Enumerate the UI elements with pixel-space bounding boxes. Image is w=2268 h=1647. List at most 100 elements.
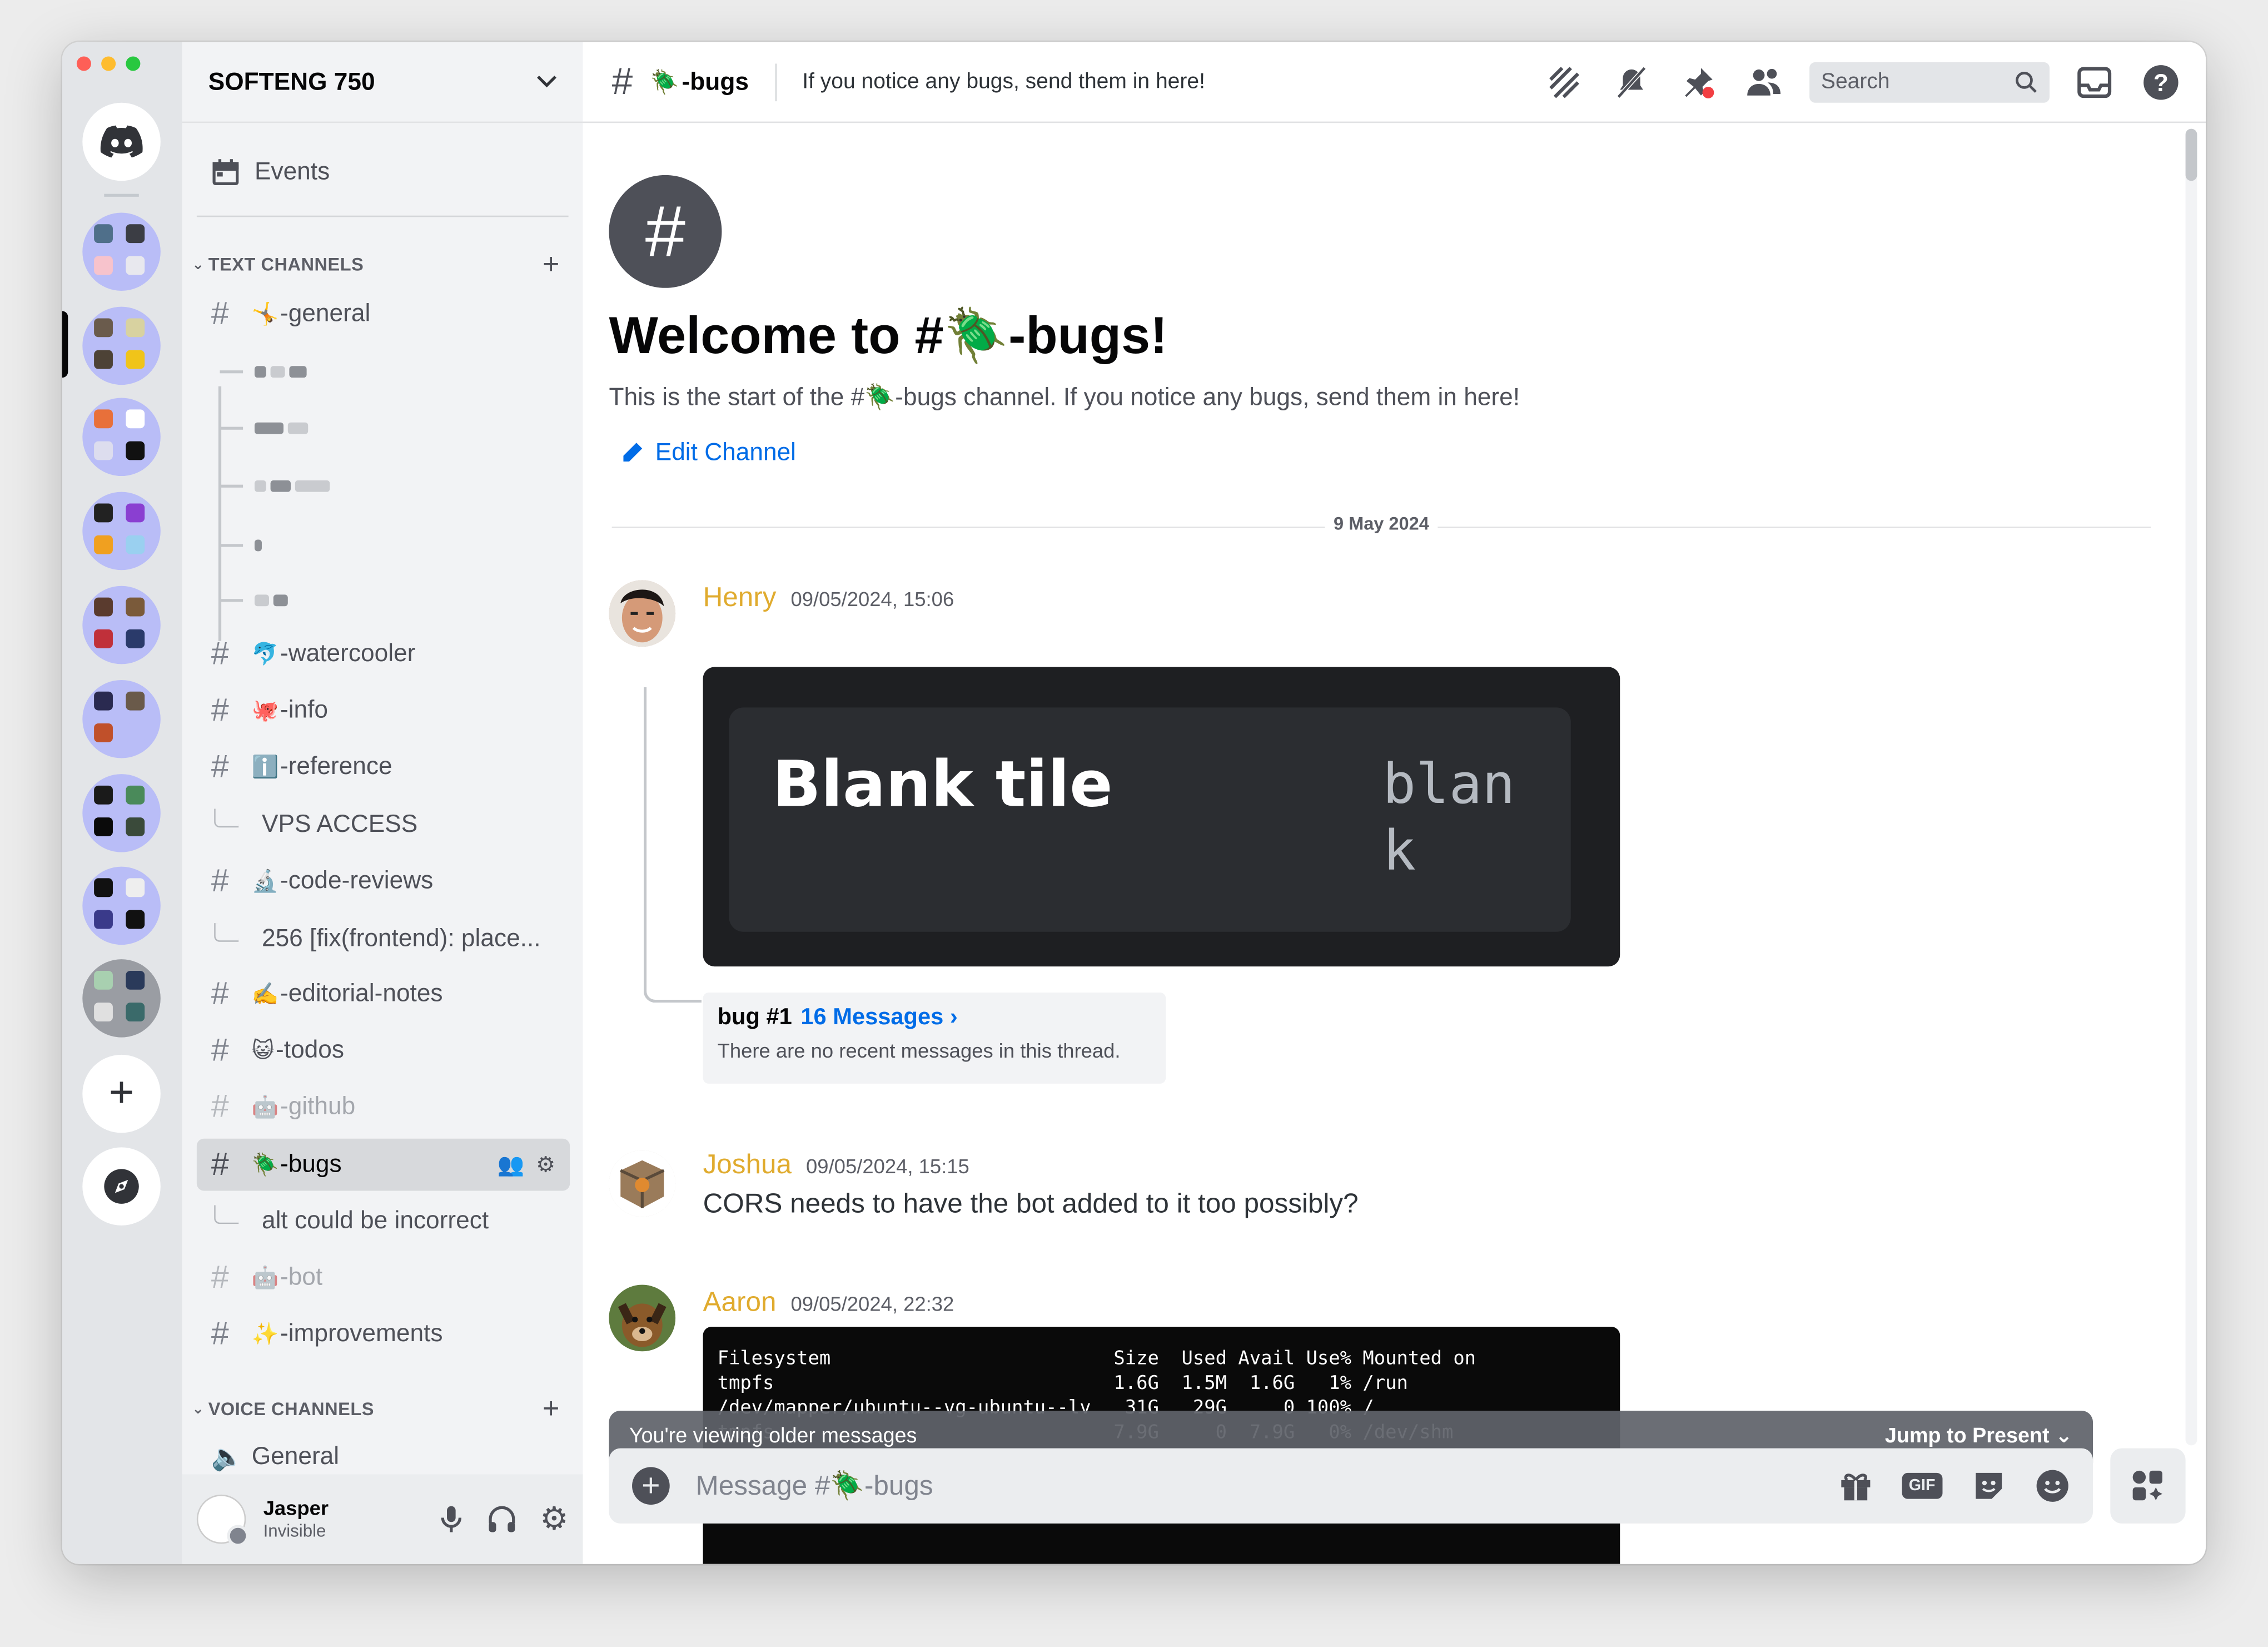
channel-code-reviews[interactable]: # 🔬 -code-reviews	[197, 855, 570, 907]
events-item[interactable]: Events	[182, 146, 330, 199]
avatar[interactable]	[609, 580, 676, 647]
inbox-button[interactable]	[2073, 60, 2116, 103]
channel-github[interactable]: # 🤖 -github	[197, 1081, 570, 1133]
search-icon	[2016, 71, 2037, 92]
emoji-icon[interactable]	[2035, 1469, 2070, 1503]
thread-message-count[interactable]: 16 Messages ›	[800, 1005, 957, 1030]
server-icon[interactable]	[82, 212, 161, 291]
hash-icon: #	[211, 1031, 229, 1068]
search-input[interactable]: Search	[1809, 61, 2050, 102]
timestamp[interactable]: 09/05/2024, 15:15	[806, 1154, 969, 1178]
close-window-button[interactable]	[76, 56, 91, 71]
channel-reference[interactable]: # ℹ️ -reference	[197, 741, 570, 793]
server-icon[interactable]	[82, 398, 161, 477]
channel-name: -reference	[280, 752, 392, 780]
thread-redacted[interactable]	[220, 576, 292, 625]
thread-connector	[643, 687, 702, 1003]
zoom-window-button[interactable]	[126, 56, 141, 71]
scrollbar-track[interactable]	[2185, 128, 2197, 1446]
server-icon[interactable]	[82, 586, 161, 664]
author-name[interactable]: Joshua	[703, 1150, 792, 1182]
jump-to-present-button[interactable]: Jump to Present ⌄	[1885, 1425, 2073, 1448]
add-server-button[interactable]: +	[82, 1054, 161, 1133]
server-icon[interactable]	[82, 959, 161, 1038]
direct-messages-button[interactable]	[82, 102, 161, 181]
author-name[interactable]: Henry	[703, 583, 777, 615]
channel-emoji: 🐙	[251, 698, 279, 723]
category-voice-channels[interactable]: ⌄ VOICE CHANNELS +	[188, 1392, 560, 1426]
message-composer[interactable]: + Message #🪲-bugs GIF	[609, 1448, 2093, 1524]
hash-icon: #	[211, 1315, 229, 1352]
server-icon[interactable]	[82, 679, 161, 758]
member-list-button[interactable]	[1743, 60, 1786, 103]
server-rail: +	[62, 42, 182, 1564]
help-button[interactable]: ?	[2139, 60, 2182, 103]
redacted-text	[287, 422, 309, 434]
gift-icon[interactable]	[1838, 1470, 1872, 1502]
timestamp[interactable]: 09/05/2024, 22:32	[791, 1292, 954, 1316]
server-icon[interactable]	[82, 774, 161, 852]
server-icon[interactable]	[82, 492, 161, 571]
channel-improvements[interactable]: # ✨ -improvements	[197, 1308, 570, 1360]
channel-emoji: 🪲	[251, 1153, 279, 1178]
thread-redacted[interactable]	[220, 347, 311, 396]
avatar[interactable]	[196, 1494, 249, 1547]
message-list[interactable]: # Welcome to #🪲-bugs! This is the start …	[583, 123, 2206, 1564]
image-attachment[interactable]: Blank tile blank	[703, 667, 1620, 967]
divider	[196, 215, 569, 217]
edit-channel-link[interactable]: Edit Channel	[620, 438, 796, 467]
tile-code: blank	[1382, 752, 1515, 883]
invite-icon[interactable]: 👥	[498, 1152, 525, 1178]
category-text-channels[interactable]: ⌄ TEXT CHANNELS +	[188, 248, 560, 281]
thread-name: VPS ACCESS	[261, 810, 418, 838]
channel-info[interactable]: # 🐙 -info	[197, 684, 570, 737]
gif-button[interactable]: GIF	[1901, 1472, 1943, 1499]
attach-button[interactable]: +	[632, 1467, 670, 1505]
redacted-text	[270, 480, 291, 492]
thread-redacted[interactable]	[220, 521, 266, 570]
explore-servers-button[interactable]	[82, 1147, 161, 1226]
user-status: Invisible	[263, 1520, 326, 1541]
channel-watercooler[interactable]: # 🐬 -watercooler	[197, 628, 570, 680]
scrollbar-thumb[interactable]	[2185, 128, 2197, 181]
gear-icon[interactable]: ⚙	[536, 1152, 555, 1178]
apps-button[interactable]	[2110, 1448, 2186, 1524]
hash-icon: #	[211, 691, 229, 728]
channel-editorial-notes[interactable]: # ✍️ -editorial-notes	[197, 968, 570, 1020]
pinned-messages-button[interactable]	[1677, 60, 1720, 103]
create-channel-button[interactable]: +	[543, 1392, 560, 1426]
create-channel-button[interactable]: +	[543, 248, 560, 281]
server-icon[interactable]	[82, 866, 161, 945]
channel-general[interactable]: # 🤸 -general	[197, 288, 570, 340]
microphone-icon[interactable]	[439, 1505, 465, 1534]
tile-title: Blank tile	[772, 748, 1113, 822]
sticker-icon[interactable]	[1972, 1469, 2006, 1503]
thread-redacted[interactable]	[220, 462, 335, 510]
minimize-window-button[interactable]	[101, 56, 116, 71]
channel-todos[interactable]: # 😺 -todos	[197, 1024, 570, 1076]
avatar[interactable]	[609, 1284, 676, 1352]
gear-icon[interactable]: ⚙	[540, 1502, 568, 1534]
message-header: Joshua 09/05/2024, 15:15	[703, 1150, 969, 1182]
headphones-icon[interactable]	[488, 1505, 517, 1534]
thread-code-review-256[interactable]: 256 [fix(frontend): place...	[214, 914, 568, 963]
channel-topic[interactable]: If you notice any bugs, send them in her…	[802, 70, 1205, 94]
channel-bugs[interactable]: # 🪲 -bugs 👥 ⚙	[196, 1138, 570, 1191]
app-window: + SOFTENG 750 Events ⌄ TEXT CHANNELS + #	[62, 42, 2206, 1564]
threads-button[interactable]	[1543, 60, 1586, 103]
thread-preview-card[interactable]: bug #1 16 Messages › There are no recent …	[703, 992, 1166, 1084]
channel-bot[interactable]: # 🤖 -bot	[197, 1252, 570, 1304]
channel-name: -editorial-notes	[280, 979, 443, 1007]
timestamp[interactable]: 09/05/2024, 15:06	[790, 587, 954, 611]
message-input[interactable]: Message #🪲-bugs	[696, 1469, 933, 1503]
thread-vps-access[interactable]: VPS ACCESS	[214, 800, 568, 849]
thread-redacted[interactable]	[220, 404, 313, 453]
user-info[interactable]: Jasper Invisible	[263, 1496, 329, 1542]
notification-settings-button[interactable]	[1610, 60, 1653, 103]
hash-icon: #	[211, 295, 229, 331]
server-icon-active[interactable]	[82, 306, 161, 385]
guild-header[interactable]: SOFTENG 750	[182, 42, 583, 123]
author-name[interactable]: Aaron	[703, 1288, 777, 1319]
thread-alt-incorrect[interactable]: alt could be incorrect	[214, 1197, 568, 1246]
avatar[interactable]	[609, 1150, 676, 1217]
